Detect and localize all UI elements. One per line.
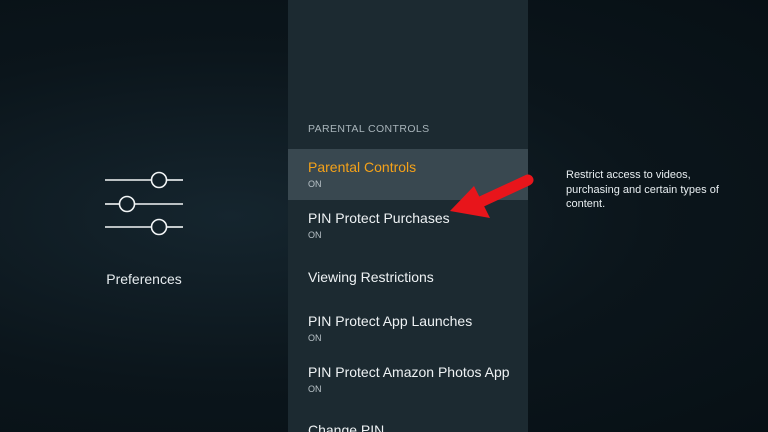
item-description: Restrict access to videos, purchasing an… — [566, 169, 719, 210]
menu-item-label: Change PIN — [308, 422, 385, 432]
left-pane: Preferences — [0, 0, 288, 432]
section-header: PARENTAL CONTROLS — [308, 123, 430, 135]
menu-item-value: ON — [308, 179, 322, 189]
menu-item-label: PIN Protect App Launches — [308, 313, 473, 329]
menu-item-value: ON — [308, 230, 322, 240]
annotation-arrow-icon — [450, 174, 534, 218]
sliders-icon — [105, 171, 183, 236]
category-label: Preferences — [106, 271, 182, 287]
menu-item-pin-protect-app-launches[interactable]: PIN Protect App Launches ON — [288, 303, 528, 354]
menu-item-viewing-restrictions[interactable]: Viewing Restrictions — [288, 251, 528, 302]
menu-item-label: PIN Protect Amazon Photos App — [308, 364, 510, 380]
menu-item-value: ON — [308, 333, 322, 343]
menu-item-label: Viewing Restrictions — [308, 269, 434, 285]
menu-item-value: ON — [308, 384, 322, 394]
menu-item-label: PIN Protect Purchases — [308, 210, 450, 226]
menu-item-pin-protect-amazon-photos[interactable]: PIN Protect Amazon Photos App ON — [288, 354, 528, 405]
menu-item-change-pin[interactable]: Change PIN — [288, 404, 528, 432]
menu-item-label: Parental Controls — [308, 159, 417, 175]
